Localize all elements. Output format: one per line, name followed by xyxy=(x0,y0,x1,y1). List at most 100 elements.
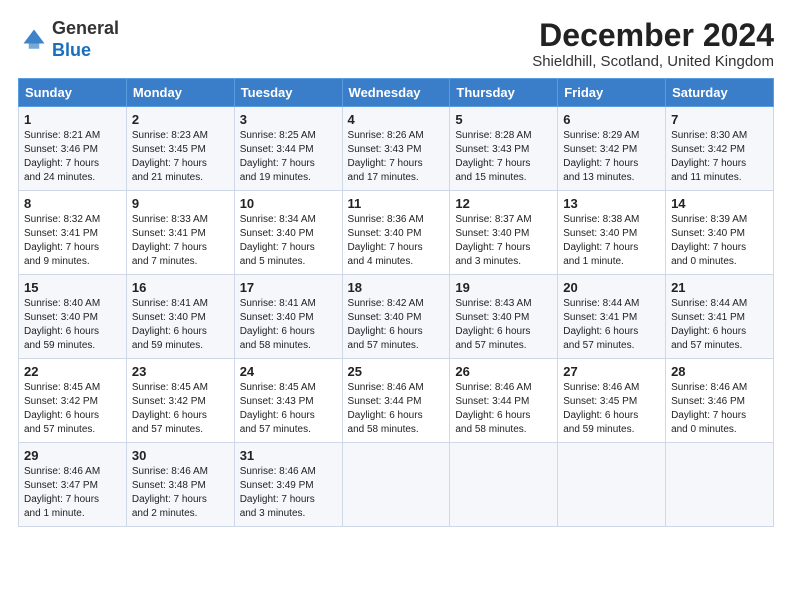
day-cell xyxy=(450,443,558,527)
day-cell xyxy=(558,443,666,527)
day-info: Sunrise: 8:26 AM xyxy=(348,129,445,143)
day-number: 23 xyxy=(132,364,229,379)
day-cell: 1Sunrise: 8:21 AMSunset: 3:46 PMDaylight… xyxy=(19,107,127,191)
day-info: and 58 minutes. xyxy=(240,339,337,353)
day-info: Sunset: 3:41 PM xyxy=(563,311,660,325)
day-number: 8 xyxy=(24,196,121,211)
day-info: and 59 minutes. xyxy=(132,339,229,353)
day-info: and 3 minutes. xyxy=(455,255,552,269)
week-row-5: 29Sunrise: 8:46 AMSunset: 3:47 PMDayligh… xyxy=(19,443,774,527)
column-header-saturday: Saturday xyxy=(666,79,774,107)
day-info: Daylight: 6 hours xyxy=(24,325,121,339)
day-cell: 17Sunrise: 8:41 AMSunset: 3:40 PMDayligh… xyxy=(234,275,342,359)
day-info: Sunset: 3:43 PM xyxy=(348,143,445,157)
day-info: Sunrise: 8:25 AM xyxy=(240,129,337,143)
day-info: and 0 minutes. xyxy=(671,255,768,269)
day-info: Daylight: 6 hours xyxy=(348,409,445,423)
day-info: Sunset: 3:46 PM xyxy=(671,395,768,409)
day-info: Daylight: 6 hours xyxy=(24,409,121,423)
logo-icon xyxy=(20,26,48,54)
day-info: Sunrise: 8:46 AM xyxy=(240,465,337,479)
day-info: Sunset: 3:40 PM xyxy=(348,227,445,241)
logo: General Blue xyxy=(18,18,119,61)
day-cell: 30Sunrise: 8:46 AMSunset: 3:48 PMDayligh… xyxy=(126,443,234,527)
day-info: Sunset: 3:40 PM xyxy=(563,227,660,241)
day-info: Sunset: 3:42 PM xyxy=(671,143,768,157)
day-number: 1 xyxy=(24,112,121,127)
day-info: and 2 minutes. xyxy=(132,507,229,521)
day-cell: 25Sunrise: 8:46 AMSunset: 3:44 PMDayligh… xyxy=(342,359,450,443)
day-info: Daylight: 7 hours xyxy=(671,241,768,255)
day-number: 27 xyxy=(563,364,660,379)
week-row-1: 1Sunrise: 8:21 AMSunset: 3:46 PMDaylight… xyxy=(19,107,774,191)
calendar-table: SundayMondayTuesdayWednesdayThursdayFrid… xyxy=(18,78,774,527)
day-cell: 31Sunrise: 8:46 AMSunset: 3:49 PMDayligh… xyxy=(234,443,342,527)
day-info: Sunrise: 8:42 AM xyxy=(348,297,445,311)
day-info: Daylight: 7 hours xyxy=(24,493,121,507)
column-header-wednesday: Wednesday xyxy=(342,79,450,107)
day-number: 10 xyxy=(240,196,337,211)
day-info: and 19 minutes. xyxy=(240,171,337,185)
header-row: SundayMondayTuesdayWednesdayThursdayFrid… xyxy=(19,79,774,107)
day-number: 4 xyxy=(348,112,445,127)
day-cell: 22Sunrise: 8:45 AMSunset: 3:42 PMDayligh… xyxy=(19,359,127,443)
day-number: 26 xyxy=(455,364,552,379)
day-info: Sunrise: 8:30 AM xyxy=(671,129,768,143)
day-info: Sunrise: 8:46 AM xyxy=(132,465,229,479)
day-cell: 3Sunrise: 8:25 AMSunset: 3:44 PMDaylight… xyxy=(234,107,342,191)
day-number: 18 xyxy=(348,280,445,295)
day-info: Sunset: 3:40 PM xyxy=(671,227,768,241)
day-info: Sunrise: 8:40 AM xyxy=(24,297,121,311)
day-info: Daylight: 6 hours xyxy=(671,325,768,339)
day-info: and 57 minutes. xyxy=(240,423,337,437)
day-number: 22 xyxy=(24,364,121,379)
day-info: Daylight: 7 hours xyxy=(348,241,445,255)
day-info: Sunset: 3:47 PM xyxy=(24,479,121,493)
day-info: and 58 minutes. xyxy=(455,423,552,437)
day-cell: 18Sunrise: 8:42 AMSunset: 3:40 PMDayligh… xyxy=(342,275,450,359)
day-number: 2 xyxy=(132,112,229,127)
day-info: Sunset: 3:48 PM xyxy=(132,479,229,493)
day-info: and 5 minutes. xyxy=(240,255,337,269)
day-info: Sunrise: 8:41 AM xyxy=(132,297,229,311)
day-info: Sunset: 3:42 PM xyxy=(24,395,121,409)
day-info: and 24 minutes. xyxy=(24,171,121,185)
day-number: 24 xyxy=(240,364,337,379)
day-info: and 57 minutes. xyxy=(455,339,552,353)
day-cell: 29 Sunrise: 8:46 AMSunset: 3:47 PMDayligh… xyxy=(19,443,127,527)
day-info: Sunrise: 8:46 AM xyxy=(24,465,121,479)
day-info: Daylight: 7 hours xyxy=(240,493,337,507)
day-cell: 13Sunrise: 8:38 AMSunset: 3:40 PMDayligh… xyxy=(558,191,666,275)
day-info: Sunset: 3:40 PM xyxy=(132,311,229,325)
day-cell: 7Sunrise: 8:30 AMSunset: 3:42 PMDaylight… xyxy=(666,107,774,191)
day-info: Sunrise: 8:36 AM xyxy=(348,213,445,227)
day-info: Sunset: 3:41 PM xyxy=(24,227,121,241)
day-info: Daylight: 6 hours xyxy=(240,409,337,423)
day-info: Sunset: 3:40 PM xyxy=(240,311,337,325)
day-info: Daylight: 6 hours xyxy=(563,409,660,423)
day-info: Daylight: 6 hours xyxy=(348,325,445,339)
day-info: Sunrise: 8:28 AM xyxy=(455,129,552,143)
day-info: Sunset: 3:40 PM xyxy=(455,311,552,325)
day-info: Sunset: 3:44 PM xyxy=(348,395,445,409)
day-number: 9 xyxy=(132,196,229,211)
day-info: Daylight: 7 hours xyxy=(24,157,121,171)
column-header-thursday: Thursday xyxy=(450,79,558,107)
day-number: 29 xyxy=(24,448,121,463)
day-info: and 9 minutes. xyxy=(24,255,121,269)
day-number: 28 xyxy=(671,364,768,379)
day-info: Daylight: 7 hours xyxy=(132,241,229,255)
day-info: Sunset: 3:42 PM xyxy=(563,143,660,157)
day-cell: 2Sunrise: 8:23 AMSunset: 3:45 PMDaylight… xyxy=(126,107,234,191)
week-row-3: 15Sunrise: 8:40 AMSunset: 3:40 PMDayligh… xyxy=(19,275,774,359)
day-info: and 21 minutes. xyxy=(132,171,229,185)
day-cell: 19Sunrise: 8:43 AMSunset: 3:40 PMDayligh… xyxy=(450,275,558,359)
day-info: and 57 minutes. xyxy=(132,423,229,437)
day-info: Daylight: 6 hours xyxy=(455,325,552,339)
day-info: Sunrise: 8:21 AM xyxy=(24,129,121,143)
logo-text: General Blue xyxy=(52,18,119,61)
day-info: Sunrise: 8:45 AM xyxy=(240,381,337,395)
day-cell xyxy=(342,443,450,527)
day-info: Sunset: 3:45 PM xyxy=(132,143,229,157)
column-header-monday: Monday xyxy=(126,79,234,107)
